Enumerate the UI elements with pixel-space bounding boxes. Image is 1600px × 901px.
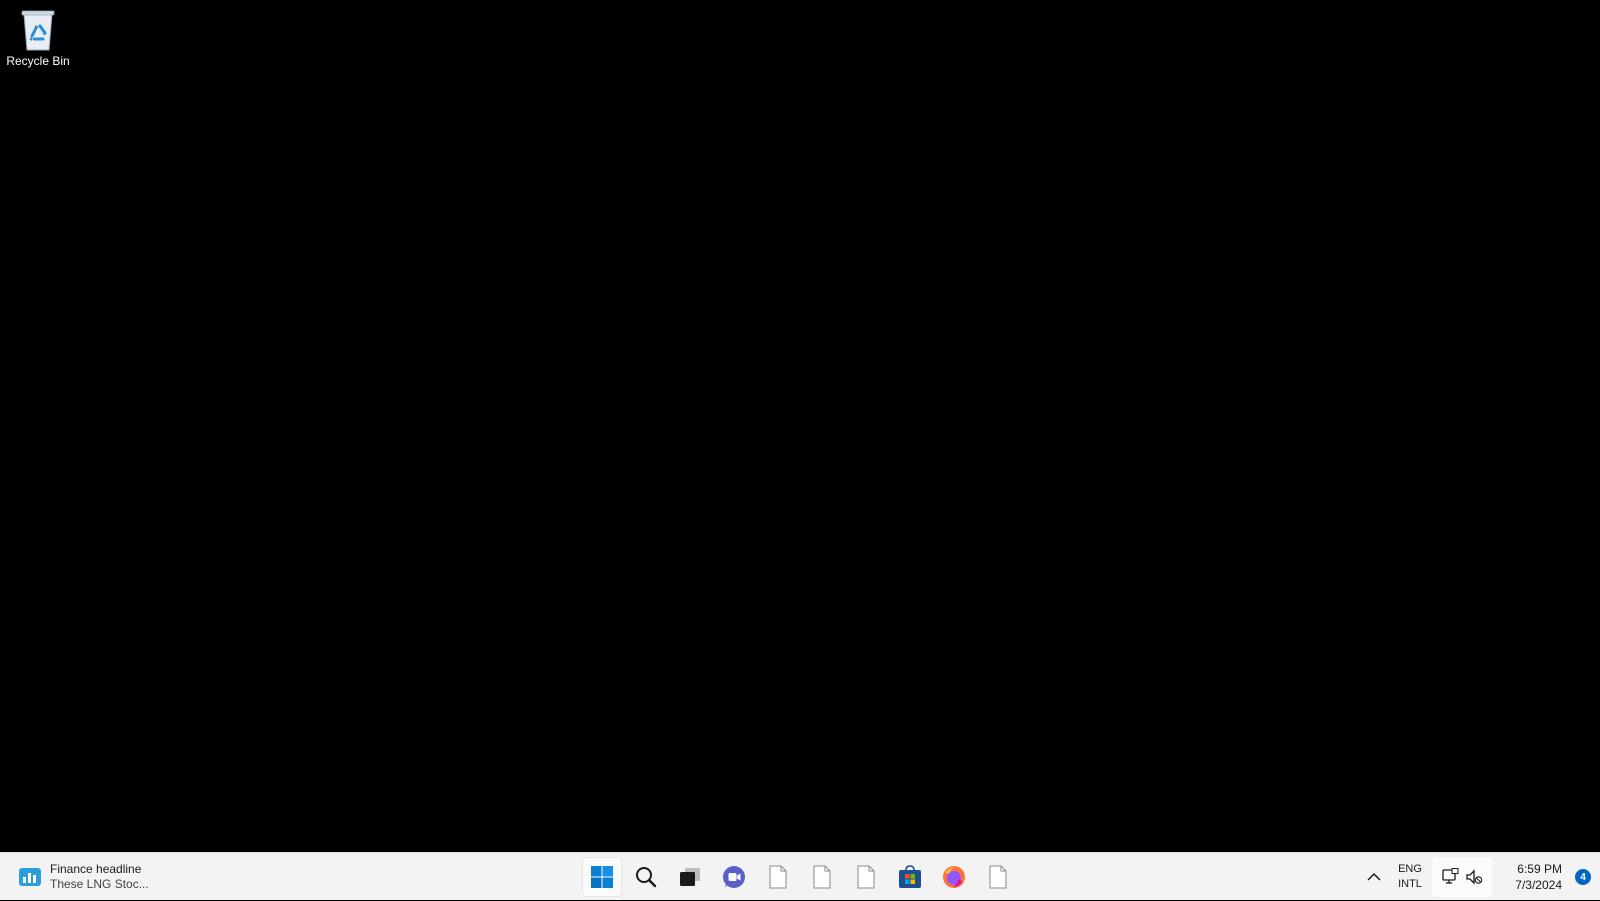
volume-muted-icon	[1462, 865, 1486, 889]
blank-file-icon	[989, 865, 1007, 889]
firefox-icon	[943, 866, 965, 888]
task-view-icon	[680, 868, 700, 886]
search-icon	[636, 867, 657, 888]
recycle-bin-label: Recycle Bin	[6, 54, 70, 68]
input-language-button[interactable]: ENG INTL	[1388, 857, 1432, 897]
news-widget[interactable]: Finance headline These LNG Stoc...	[12, 857, 155, 897]
file-app-button-4[interactable]	[978, 857, 1018, 897]
clock-date: 7/3/2024	[1515, 878, 1562, 892]
teams-chat-icon	[723, 866, 745, 888]
widget-subtitle: These LNG Stoc...	[50, 877, 149, 891]
microsoft-store-icon	[899, 865, 921, 888]
blank-file-icon	[857, 865, 875, 889]
keyboard-layout: INTL	[1398, 878, 1422, 890]
firefox-button[interactable]	[934, 857, 974, 897]
taskbar: Finance headline These LNG Stoc... ENG I…	[0, 852, 1600, 900]
language-code: ENG	[1398, 863, 1422, 875]
show-hidden-icons-button[interactable]	[1360, 857, 1388, 897]
file-app-button-2[interactable]	[802, 857, 842, 897]
clock-time: 6:59 PM	[1517, 862, 1562, 876]
finance-widget-icon	[19, 868, 41, 886]
file-app-button-1[interactable]	[758, 857, 798, 897]
recycle-bin-icon	[21, 10, 55, 51]
quick-settings-button[interactable]	[1432, 857, 1492, 897]
clock-button[interactable]: 6:59 PM 7/3/2024	[1492, 857, 1566, 897]
file-app-button-3[interactable]	[846, 857, 886, 897]
network-icon	[1438, 865, 1462, 889]
chevron-up-icon	[1367, 872, 1381, 881]
notification-center-button[interactable]: 4	[1566, 857, 1600, 897]
widget-title: Finance headline	[50, 862, 142, 876]
windows-start-icon	[591, 866, 613, 888]
blank-file-icon	[769, 865, 787, 889]
system-tray: ENG INTL 6:59 PM 7/3/2024 4	[1360, 853, 1600, 901]
taskbar-apps	[580, 855, 1020, 899]
blank-file-icon	[813, 865, 831, 889]
task-view-button[interactable]	[670, 857, 710, 897]
store-button[interactable]	[890, 857, 930, 897]
chat-button[interactable]	[714, 857, 754, 897]
notification-badge: 4	[1575, 869, 1591, 885]
recycle-bin-shortcut[interactable]: Recycle Bin	[4, 4, 72, 76]
desktop[interactable]: Recycle Bin	[0, 0, 1600, 852]
start-button[interactable]	[582, 857, 622, 897]
search-button[interactable]	[626, 857, 666, 897]
